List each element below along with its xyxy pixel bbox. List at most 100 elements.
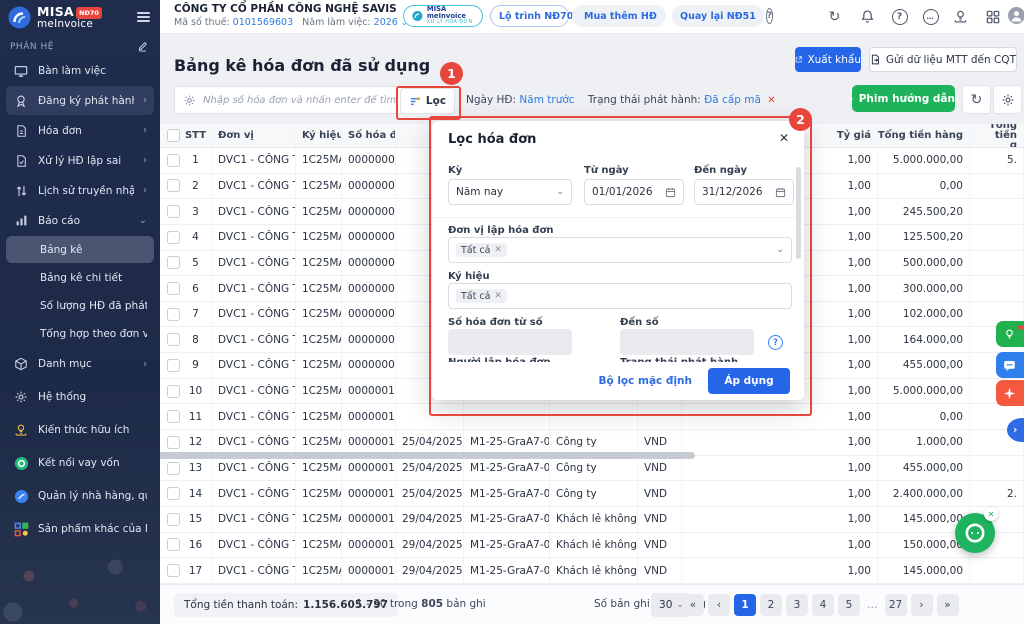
help-icon[interactable]: ? [768, 335, 783, 350]
sidebar-item-kien-thuc-huu-ich[interactable]: Kiến thức hữu ích [6, 414, 154, 446]
pagination-button[interactable]: « [682, 594, 704, 616]
pagination-button[interactable]: › [910, 594, 933, 616]
sidebar-item-quan-ly-nha-hang[interactable]: Quản lý nhà hàng, quán cafe [6, 480, 154, 512]
help-circle-icon[interactable]: ? [765, 8, 774, 24]
row-checkbox[interactable] [167, 282, 180, 296]
remove-tag-icon[interactable]: ✕ [494, 291, 502, 301]
sidebar-item-so-luong-hd-da-phat-hanh[interactable]: Số lượng HĐ đã phát hành [6, 292, 154, 319]
column-header[interactable]: Tổng tiền q [970, 124, 1024, 147]
remove-status-filter-icon[interactable]: ✕ [767, 95, 775, 106]
roadmap-pill[interactable]: Lộ trình NĐ70 [490, 5, 573, 27]
sidebar-item-he-thong[interactable]: Hệ thống [6, 381, 154, 413]
symbol-select[interactable]: Tất cả ✕ [448, 283, 792, 309]
row-checkbox[interactable] [167, 256, 180, 270]
default-filter-link[interactable]: Bộ lọc mặc định [598, 375, 692, 387]
back-nd51-pill[interactable]: Quay lại NĐ51 ? [672, 5, 774, 27]
sync-icon[interactable]: ↻ [826, 8, 843, 25]
pagination-button[interactable]: 3 [786, 594, 808, 616]
ai-assistant-button[interactable] [996, 380, 1024, 406]
filter-button[interactable]: Lọc [400, 88, 455, 114]
status-filter-value[interactable]: Đã cấp mã [704, 94, 761, 106]
column-header[interactable]: Số hóa đơn [342, 124, 396, 147]
hamburger-menu-icon[interactable] [137, 10, 150, 24]
row-checkbox[interactable] [167, 461, 180, 475]
row-checkbox[interactable] [167, 410, 180, 424]
remove-tag-icon[interactable]: ✕ [494, 245, 502, 255]
table-row[interactable]: 16DVC1 - CÔNG TY CỔ ...1C25MAA0000001629… [160, 532, 1024, 559]
search-settings-gear-icon[interactable] [183, 94, 196, 107]
tutorial-video-button[interactable]: Phim hướng dẫn [852, 85, 955, 112]
sidebar-item-xu-ly-hd-lap-sai[interactable]: Xử lý HĐ lập sai › [6, 146, 154, 175]
pagination-button[interactable]: » [936, 594, 959, 616]
table-row[interactable]: 11DVC1 - CÔNG TY CỔ ...1C25MAA00000011 1,… [160, 404, 1024, 431]
row-checkbox[interactable] [167, 179, 180, 193]
column-header[interactable]: STT [180, 124, 212, 147]
row-checkbox[interactable] [167, 205, 180, 219]
row-checkbox[interactable] [167, 333, 180, 347]
year-value[interactable]: 2026 [374, 17, 398, 28]
row-checkbox[interactable] [167, 512, 180, 526]
column-header[interactable]: Đơn vị [212, 124, 296, 147]
sidebar-item-bang-ke[interactable]: Bảng kê [6, 236, 154, 263]
invoice-search-input[interactable]: Nhập số hóa đơn và nhấn enter để tìm [174, 86, 420, 114]
roadmap-label[interactable]: Lộ trình NĐ70 [499, 11, 573, 22]
edit-pencil-icon[interactable] [137, 41, 148, 52]
table-row[interactable]: 13DVC1 - CÔNG TY CỔ ...1C25MAA0000001325… [160, 455, 1024, 482]
unit-select[interactable]: Tất cả ✕ ⌄ [448, 237, 792, 263]
buy-more-label[interactable]: Mua thêm HĐ [584, 11, 657, 22]
pagination-button[interactable]: 4 [812, 594, 834, 616]
modal-scrollbar[interactable] [796, 167, 801, 259]
apply-button[interactable]: Áp dụng [708, 368, 790, 394]
pagination-button[interactable]: 27 [884, 594, 907, 616]
period-select[interactable]: Năm nay ⌄ [448, 179, 572, 205]
row-checkbox[interactable] [167, 129, 180, 142]
symbol-tag[interactable]: Tất cả ✕ [456, 289, 507, 303]
table-row[interactable]: 15DVC1 - CÔNG TY CỔ ...1C25MAA0000001529… [160, 506, 1024, 533]
row-checkbox[interactable] [167, 153, 180, 167]
sidebar-item-lich-su-truyen-nhan[interactable]: Lịch sử truyền nhận › [6, 176, 154, 205]
tips-button[interactable] [996, 321, 1024, 347]
send-mtt-button[interactable]: Gửi dữ liệu MTT đến CQT [869, 47, 1017, 72]
row-checkbox[interactable] [167, 538, 180, 552]
unit-tag[interactable]: Tất cả ✕ [456, 243, 507, 257]
pagination-button[interactable]: 5 [838, 594, 860, 616]
invoice-from-input[interactable] [448, 329, 572, 355]
sidebar-item-bang-ke-chi-tiet[interactable]: Bảng kê chi tiết [6, 264, 154, 291]
invoice-to-input[interactable] [620, 329, 754, 355]
sidebar-item-ket-noi-vay-von[interactable]: Kết nối vay vốn [6, 447, 154, 479]
sidebar-item-tong-hop-theo-don-vi[interactable]: Tổng hợp theo đơn vị [6, 320, 154, 347]
column-header[interactable]: Ký hiệu [296, 124, 342, 147]
sidebar-item-ban-lam-viec[interactable]: Bàn làm việc [6, 56, 154, 85]
pagination-button[interactable]: 2 [760, 594, 782, 616]
user-avatar[interactable] [1008, 7, 1024, 24]
date-filter-value[interactable]: Năm trước [519, 94, 574, 106]
sidebar-item-hoa-don[interactable]: Hóa đơn › [6, 116, 154, 145]
table-row[interactable]: 14DVC1 - CÔNG TY CỔ ...1C25MAA0000001425… [160, 481, 1024, 507]
apps-grid-icon[interactable] [984, 8, 1001, 25]
sidebar-item-dang-ky-phat-hanh[interactable]: Đăng ký phát hành › [6, 86, 154, 115]
pagination-button[interactable]: ‹ [708, 594, 730, 616]
close-support-chat-icon[interactable]: ✕ [984, 507, 998, 521]
sidebar-item-san-pham-khac[interactable]: Sản phẩm khác của MISA [6, 513, 154, 545]
sidebar-item-bao-cao[interactable]: Báo cáo ⌄ [6, 206, 154, 235]
refresh-table-button[interactable]: ↻ [962, 85, 991, 114]
to-date-input[interactable]: 31/12/2026 [694, 179, 794, 205]
sidebar-item-danh-muc[interactable]: Danh mục › [6, 348, 154, 380]
close-icon[interactable]: ✕ [776, 130, 792, 146]
help-icon[interactable]: ? [891, 8, 908, 25]
notification-bell-icon[interactable] [859, 8, 876, 25]
row-checkbox[interactable] [167, 435, 180, 449]
more-options-icon[interactable]: … [922, 8, 939, 25]
row-checkbox[interactable] [167, 487, 180, 501]
knowledge-lamp-icon[interactable] [952, 8, 969, 25]
back-nd51-label[interactable]: Quay lại NĐ51 [680, 11, 756, 22]
feedback-chat-button[interactable] [996, 352, 1024, 378]
row-checkbox[interactable] [167, 358, 180, 372]
row-checkbox[interactable] [167, 564, 180, 578]
buy-more-pill[interactable]: Mua thêm HĐ [572, 5, 666, 27]
row-checkbox[interactable] [167, 230, 180, 244]
table-settings-button[interactable] [993, 85, 1022, 114]
row-checkbox[interactable] [167, 384, 180, 398]
calendar-icon[interactable] [775, 187, 786, 198]
column-header[interactable]: Tổng tiền hàng [878, 124, 970, 147]
